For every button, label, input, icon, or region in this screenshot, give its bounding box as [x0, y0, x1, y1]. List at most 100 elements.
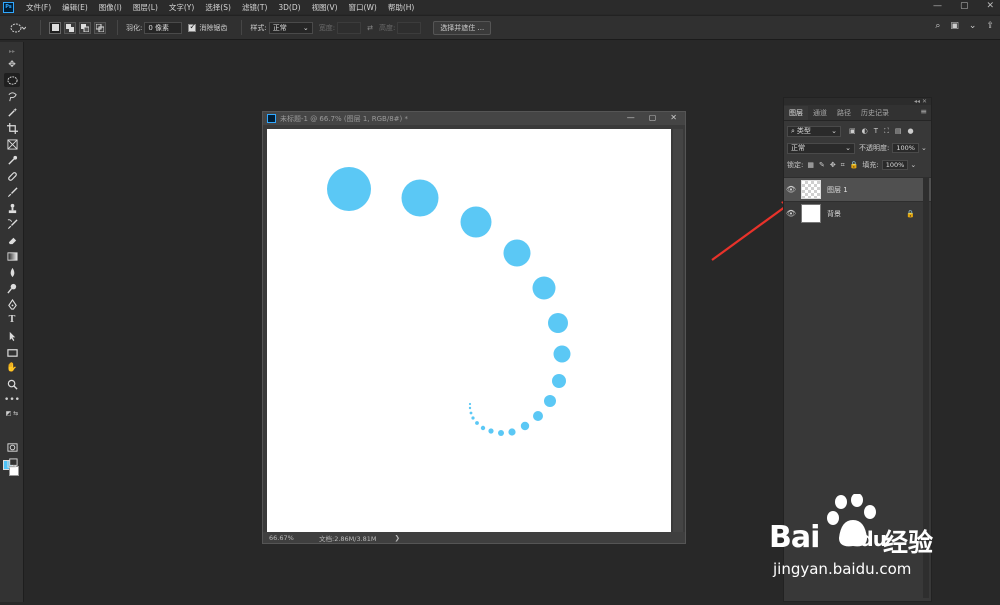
tab-channels[interactable]: 通道 — [808, 106, 832, 120]
toolbox-grip-icon[interactable]: ▸▸ — [4, 44, 20, 58]
select-and-mask-button[interactable]: 选择并遮住 ... — [433, 20, 492, 35]
crop-tool-icon[interactable] — [4, 121, 20, 135]
blend-mode-select[interactable]: 正常 ⌄ — [787, 142, 855, 154]
filter-toggle-icon[interactable]: ● — [908, 127, 914, 136]
smart-object-filter-icon[interactable]: ▤ — [895, 127, 902, 136]
dodge-tool-icon[interactable] — [4, 281, 20, 295]
feather-input[interactable]: 0 像素 — [144, 21, 183, 34]
tab-history[interactable]: 历史记录 — [856, 106, 894, 120]
artwork-dot — [469, 411, 473, 415]
clone-stamp-tool-icon[interactable] — [4, 201, 20, 215]
menu-view[interactable]: 视图(V) — [312, 2, 338, 13]
style-select[interactable]: 正常 ⌄ — [268, 21, 313, 34]
menu-select[interactable]: 选择(S) — [205, 2, 231, 13]
magic-wand-tool-icon[interactable] — [4, 105, 20, 119]
menu-help[interactable]: 帮助(H) — [388, 2, 415, 13]
path-selection-tool-icon[interactable] — [4, 329, 20, 343]
intersect-selection-button[interactable] — [94, 21, 106, 34]
doc-maximize-button[interactable]: ▢ — [649, 113, 657, 122]
close-button[interactable]: ✕ — [986, 1, 994, 11]
swap-dimensions[interactable]: ⇄ — [367, 24, 373, 32]
menu-3d[interactable]: 3D(D) — [278, 3, 300, 12]
doc-minimize-button[interactable]: — — [627, 113, 635, 122]
healing-brush-tool-icon[interactable] — [4, 169, 20, 183]
gradient-tool-icon[interactable] — [4, 249, 20, 263]
pixel-filter-icon[interactable]: ▣ — [849, 127, 856, 136]
intersect-selection-icon — [96, 23, 104, 32]
lasso-tool-icon[interactable] — [4, 89, 20, 103]
add-to-selection-button[interactable] — [64, 21, 76, 34]
lock-transparent-icon[interactable]: ▦ — [807, 161, 814, 170]
document-scrollbar[interactable] — [673, 129, 683, 532]
workspace-icon[interactable]: ▣ — [950, 21, 959, 31]
menu-image[interactable]: 图像(I) — [99, 2, 122, 13]
frame-tool-icon[interactable] — [4, 137, 20, 151]
width-input[interactable] — [337, 21, 362, 34]
pen-tool-icon[interactable] — [4, 297, 20, 311]
canvas-artwork — [327, 167, 571, 436]
lock-image-icon[interactable]: ✎ — [819, 161, 825, 170]
watermark-brand: Bai du — [769, 520, 887, 555]
subtract-selection-button[interactable] — [79, 21, 91, 34]
opacity-input[interactable]: 100% — [892, 143, 919, 153]
type-tool-icon[interactable]: T — [4, 313, 20, 327]
type-filter-icon[interactable]: T — [874, 127, 878, 136]
eraser-tool-icon[interactable] — [4, 233, 20, 247]
share-icon[interactable]: ⇪ — [986, 21, 994, 31]
chevron-down-icon[interactable]: ⌄ — [921, 144, 927, 152]
lock-artboard-icon[interactable]: ⌗ — [841, 161, 845, 170]
feather-label: 羽化: — [126, 23, 143, 32]
eyedropper-tool-icon[interactable] — [4, 153, 20, 167]
zoom-tool-icon[interactable] — [4, 377, 20, 391]
elliptical-marquee-tool-icon[interactable] — [4, 73, 20, 87]
zoom-level[interactable]: 66.67% — [269, 534, 313, 542]
shape-filter-icon[interactable]: ⛶ — [884, 127, 889, 136]
artwork-dot — [475, 421, 479, 425]
adjustment-filter-icon[interactable]: ◐ — [862, 127, 868, 136]
document-window[interactable]: 未标题-1 @ 66.7% (图层 1, RGB/8#) * — ▢ ✕ 66.… — [262, 111, 686, 544]
new-selection-button[interactable] — [49, 21, 61, 34]
screen-mode-icon[interactable] — [4, 456, 20, 470]
more-tools-icon[interactable]: ••• — [4, 393, 20, 407]
menu-file[interactable]: 文件(F) — [26, 2, 51, 13]
menu-type[interactable]: 文字(Y) — [169, 2, 194, 13]
artwork-dot — [488, 428, 494, 434]
document-titlebar[interactable]: 未标题-1 @ 66.7% (图层 1, RGB/8#) * — ▢ ✕ — [263, 112, 685, 125]
menu-window[interactable]: 窗口(W) — [349, 2, 377, 13]
menu-layer[interactable]: 图层(L) — [133, 2, 158, 13]
fill-input[interactable]: 100% — [881, 160, 909, 170]
antialias-checkbox[interactable] — [188, 22, 197, 32]
layer-row[interactable]: 👁 背景 🔒 — [784, 201, 931, 225]
visibility-eye-icon[interactable]: 👁 — [784, 185, 798, 194]
lock-label: 锁定: — [787, 161, 804, 169]
hand-tool-icon[interactable]: ✋ — [4, 361, 20, 375]
tab-paths[interactable]: 路径 — [832, 106, 856, 120]
rectangle-tool-icon[interactable] — [4, 345, 20, 359]
move-tool-icon[interactable]: ✥ — [4, 58, 20, 72]
canvas[interactable] — [267, 129, 671, 532]
chevron-down-icon[interactable]: ⌄ — [969, 21, 977, 31]
tool-preset-picker[interactable] — [10, 23, 26, 33]
panel-collapse-grip[interactable]: ◂◂ ✕ — [784, 98, 931, 105]
layer-row[interactable]: 👁 图层 1 — [784, 177, 931, 201]
doc-close-button[interactable]: ✕ — [670, 113, 677, 122]
swap-colors-icon[interactable]: ◩ ⇆ — [4, 406, 20, 420]
visibility-eye-icon[interactable]: 👁 — [784, 209, 798, 218]
chevron-down-icon[interactable]: ⌄ — [910, 161, 916, 169]
blur-tool-icon[interactable] — [4, 265, 20, 279]
menu-filter[interactable]: 滤镜(T) — [242, 2, 267, 13]
layer-filter-select[interactable]: ⌕ 类型 ⌄ — [787, 125, 841, 137]
tab-layers[interactable]: 图层 — [784, 106, 808, 120]
status-menu-arrow[interactable]: ❯ — [395, 534, 400, 542]
search-icon[interactable]: ⌕ — [935, 21, 940, 31]
lock-position-icon[interactable]: ✥ — [830, 161, 836, 170]
height-input[interactable] — [397, 21, 422, 34]
history-brush-tool-icon[interactable] — [4, 217, 20, 231]
brush-tool-icon[interactable] — [4, 185, 20, 199]
menu-edit[interactable]: 编辑(E) — [62, 2, 88, 13]
panel-menu-icon[interactable]: ≡ — [920, 107, 927, 116]
maximize-button[interactable]: ▢ — [960, 1, 969, 11]
minimize-button[interactable]: — — [933, 1, 942, 11]
lock-all-icon[interactable]: 🔒 — [850, 161, 859, 170]
quick-mask-icon[interactable] — [4, 440, 20, 454]
